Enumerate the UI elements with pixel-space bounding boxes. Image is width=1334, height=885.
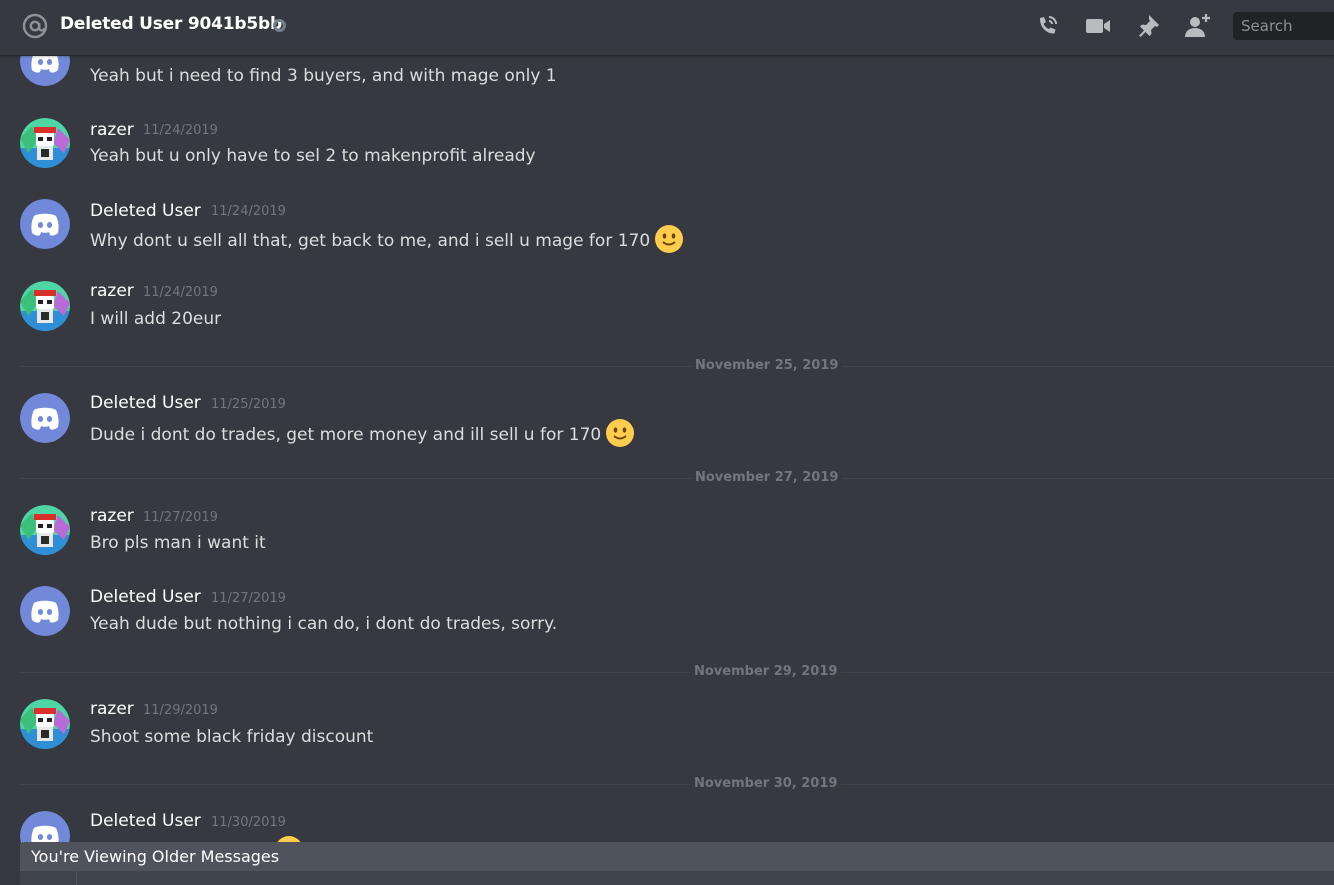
dm-username[interactable]: Deleted User 9041b5bb (60, 14, 282, 34)
message-timestamp: 11/25/2019 (211, 397, 286, 412)
date-divider (20, 366, 1334, 367)
message-text: Shoot some black friday discount (90, 727, 374, 747)
message-author[interactable]: razer (90, 699, 134, 719)
message-text: Yeah dude but nothing i can do, i dont d… (90, 614, 558, 634)
message-timestamp: 11/27/2019 (143, 510, 218, 525)
pin-icon[interactable] (1134, 12, 1162, 40)
message-timestamp: 11/29/2019 (143, 703, 218, 718)
composer-divider (76, 871, 77, 885)
message-author[interactable]: razer (90, 281, 134, 301)
message-author[interactable]: Deleted User (90, 393, 201, 413)
date-divider-label: November 30, 2019 (690, 776, 842, 791)
at-icon (22, 13, 48, 39)
message-author[interactable]: Deleted User (90, 811, 201, 831)
date-divider-label: November 29, 2019 (690, 664, 842, 679)
date-divider-label: November 27, 2019 (691, 470, 843, 485)
message-text: Dude i dont do trades, get more money an… (90, 419, 635, 448)
viewing-older-messages-label: You're Viewing Older Messages (31, 847, 280, 866)
message-text-content: Dude i dont do trades, get more money an… (90, 425, 602, 445)
message-author[interactable]: Deleted User (90, 201, 201, 221)
video-call-icon[interactable] (1084, 12, 1112, 40)
message-text: Yeah but u only have to sel 2 to makenpr… (90, 146, 536, 166)
message-text: Yeah but i need to find 3 buyers, and wi… (90, 66, 557, 86)
message-text-content: Why dont u sell all that, get back to me… (90, 231, 651, 251)
search-input[interactable]: Search (1233, 12, 1334, 40)
message-author[interactable]: Deleted User (90, 587, 201, 607)
message-timestamp: 11/24/2019 (143, 123, 218, 138)
avatar[interactable] (20, 505, 70, 555)
message-author[interactable]: razer (90, 506, 134, 526)
message-text: Bro pls man i want it (90, 533, 266, 553)
voice-call-icon[interactable] (1033, 12, 1061, 40)
slight-smile-emoji-icon[interactable] (654, 224, 684, 254)
date-divider (20, 784, 1334, 785)
avatar[interactable] (20, 586, 70, 636)
message-composer[interactable] (20, 871, 1334, 885)
avatar[interactable] (20, 393, 70, 443)
avatar[interactable] (20, 199, 70, 249)
message-text: I will add 20eur (90, 309, 222, 329)
search-placeholder: Search (1241, 17, 1293, 35)
slight-smile-emoji-icon[interactable] (605, 418, 635, 448)
avatar[interactable] (20, 699, 70, 749)
status-offline-icon (273, 19, 286, 32)
channel-header: Deleted User 9041b5bb Search (0, 0, 1334, 56)
message-timestamp: 11/24/2019 (211, 204, 286, 219)
viewing-older-messages-bar[interactable]: You're Viewing Older Messages (20, 842, 1334, 871)
avatar[interactable] (20, 281, 70, 331)
message-author[interactable]: razer (90, 120, 134, 140)
date-divider-label: November 25, 2019 (691, 358, 843, 373)
message-timestamp: 11/24/2019 (143, 285, 218, 300)
message-text: Why dont u sell all that, get back to me… (90, 225, 684, 254)
message-timestamp: 11/30/2019 (211, 815, 286, 830)
avatar[interactable] (20, 118, 70, 168)
message-timestamp: 11/27/2019 (211, 591, 286, 606)
add-friend-icon[interactable] (1184, 12, 1212, 40)
date-divider (20, 672, 1334, 673)
date-divider (20, 478, 1334, 479)
